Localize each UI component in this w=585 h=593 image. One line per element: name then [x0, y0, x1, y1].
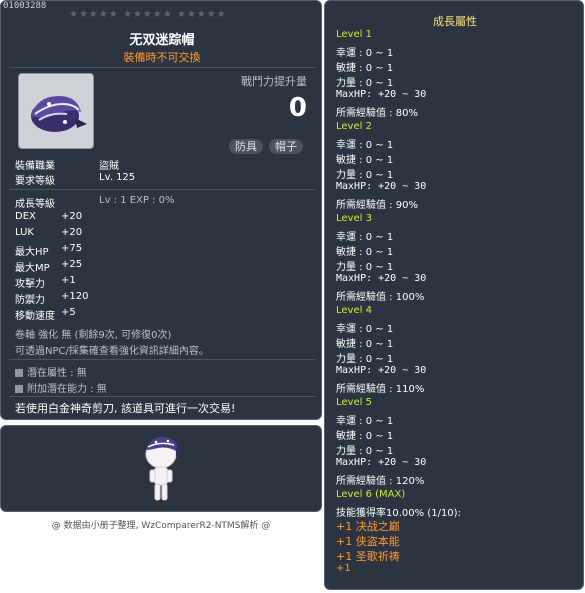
item-id: 01003288 — [3, 1, 47, 11]
potential-row: 潛在屬性 : 無 — [15, 364, 87, 379]
growth-luk-line: 幸運 : 0 ~ 1 — [336, 140, 394, 151]
growth-dex-line: 敏捷 : 0 ~ 1 — [336, 63, 394, 74]
growth-dex-line: 敏捷 : 0 ~ 1 — [336, 247, 394, 258]
stat-value: +75 — [61, 243, 83, 254]
stat-value: +5 — [61, 307, 76, 318]
additional-potential-label: 附加潛在能力 : 無 — [27, 384, 107, 395]
stat-value: +120 — [61, 291, 89, 302]
additional-potential-icon — [15, 385, 23, 393]
growth-luk-line: 幸運 : 0 ~ 1 — [336, 232, 394, 243]
growth-maxhp-line: MaxHP: +20 ~ 30 — [336, 181, 427, 192]
power-increase-value: 0 — [288, 93, 307, 123]
stat-value: +20 — [61, 211, 83, 222]
stat-row: 最大HP +75 — [15, 243, 82, 258]
growth-maxhp-line: MaxHP: +20 ~ 30 — [336, 365, 427, 376]
growth-level-heading: Level 1 — [336, 29, 372, 40]
skill-bonus-line: +1 侠盗本能 — [336, 535, 400, 548]
stat-row: LUK +20 — [15, 227, 82, 238]
growth-dex-line: 敏捷 : 0 ~ 1 — [336, 431, 394, 442]
growth-str-line: 力量 : 0 ~ 1 — [336, 78, 394, 89]
item-name: 无双迷踪帽 — [129, 33, 195, 48]
stat-row: 攻擊力 +1 — [15, 275, 76, 290]
platinum-scissors-note: 若使用白金神奇剪刀, 該道具可進行一次交易! — [15, 402, 236, 415]
growth-maxhp-line: MaxHP: +20 ~ 30 — [336, 273, 427, 284]
skill-bonus-line: +1 决战之巅 — [336, 520, 400, 533]
bandana-hat-icon — [31, 96, 87, 132]
growth-level-heading: Level 3 — [336, 213, 372, 224]
growth-level-heading: Level 5 — [336, 397, 372, 408]
skill-bonus-line: +1 — [336, 563, 351, 574]
required-level-label: 要求等級 — [15, 176, 55, 187]
growth-exp-line: 所需經驗值 : 100% — [336, 292, 425, 303]
stat-label: LUK — [15, 227, 34, 238]
stat-value: +25 — [61, 259, 83, 270]
item-tooltip-panel: 01003288 ★★★★★ ★★★★★ ★★★★★ 无双迷踪帽 裝備時不可交換… — [0, 0, 322, 420]
growth-level-row: 成長等級 Lv : 1 EXP : 0% — [15, 195, 175, 210]
growth-luk-line: 幸運 : 0 ~ 1 — [336, 416, 394, 427]
growth-exp-line: 所需經驗值 : 90% — [336, 200, 418, 211]
divider — [9, 189, 315, 190]
stat-label: 最大HP — [15, 247, 49, 258]
divider — [9, 67, 315, 68]
required-level-value: Lv. 125 — [99, 172, 136, 183]
stat-label: 最大MP — [15, 263, 50, 274]
growth-dex-line: 敏捷 : 0 ~ 1 — [336, 339, 394, 350]
divider — [9, 359, 315, 360]
stat-value: +1 — [61, 275, 76, 286]
star-force-indicator: ★★★★★ ★★★★★ ★★★★★ — [69, 9, 227, 20]
enhance-info-note: 可透過NPC/採集確查看強化資訊詳細內容。 — [15, 346, 209, 357]
growth-luk-line: 幸運 : 0 ~ 1 — [336, 324, 394, 335]
item-icon-frame — [18, 73, 94, 149]
divider — [9, 396, 315, 397]
stat-value: +20 — [61, 227, 83, 238]
trade-restriction-note: 裝備時不可交換 — [123, 51, 201, 64]
skill-bonus-line: +1 圣歌祈祷 — [336, 550, 400, 563]
category-tag-hat: 帽子 — [269, 139, 303, 154]
growth-str-line: 力量 : 0 ~ 1 — [336, 262, 394, 273]
growth-level-value: Lv : 1 EXP : 0% — [99, 195, 175, 206]
growth-exp-line: 所需經驗值 : 110% — [336, 384, 425, 395]
growth-title: 成長屬性 — [433, 15, 477, 28]
required-level-row: 要求等級 Lv. 125 — [15, 172, 135, 187]
data-source-credit: @ 数据由小册子整理, WzComparerR2-NTMS解析 @ — [51, 521, 271, 531]
potential-label: 潛在屬性 : 無 — [27, 368, 87, 379]
stat-row: 移動速度 +5 — [15, 307, 76, 322]
job-value: 盜賊 — [99, 161, 119, 172]
growth-maxhp-line: MaxHP: +20 ~ 30 — [336, 457, 427, 468]
job-label: 裝備職業 — [15, 161, 55, 172]
growth-level-heading: Level 2 — [336, 121, 372, 132]
stat-row: 最大MP +25 — [15, 259, 82, 274]
growth-dex-line: 敏捷 : 0 ~ 1 — [336, 155, 394, 166]
stat-label: DEX — [15, 211, 36, 222]
growth-str-line: 力量 : 0 ~ 1 — [336, 170, 394, 181]
growth-exp-line: 所需經驗值 : 120% — [336, 476, 425, 487]
job-row: 裝備職業 盜賊 — [15, 157, 119, 172]
category-tag-armor: 防具 — [229, 139, 263, 154]
growth-luk-line: 幸運 : 0 ~ 1 — [336, 48, 394, 59]
growth-level-label: 成長等級 — [15, 199, 55, 210]
growth-str-line: 力量 : 0 ~ 1 — [336, 446, 394, 457]
stat-row: 防禦力 +120 — [15, 291, 88, 306]
stat-label: 防禦力 — [15, 295, 45, 306]
growth-str-line: 力量 : 0 ~ 1 — [336, 354, 394, 365]
growth-level-heading: Level 4 — [336, 305, 372, 316]
stat-row: DEX +20 — [15, 211, 82, 222]
growth-attributes-panel: 成長屬性 Level 1 幸運 : 0 ~ 1 敏捷 : 0 ~ 1 力量 : … — [324, 0, 584, 590]
stat-label: 移動速度 — [15, 311, 55, 322]
growth-exp-line: 所需經驗值 : 80% — [336, 108, 418, 119]
power-increase-label: 戰鬥力提升量 — [241, 75, 307, 88]
skill-acquire-rate: 技能獲得率10.00% (1/10): — [336, 508, 461, 519]
scroll-upgrade-line: 卷軸 強化 無 (剩餘9次, 可修復0次) — [15, 330, 172, 341]
additional-potential-row: 附加潛在能力 : 無 — [15, 380, 107, 395]
growth-maxhp-line: MaxHP: +20 ~ 30 — [336, 89, 427, 100]
stat-label: 攻擊力 — [15, 279, 45, 290]
potential-icon — [15, 369, 23, 377]
growth-max-level-heading: Level 6 (MAX) — [336, 489, 406, 500]
character-avatar-preview — [145, 436, 182, 501]
